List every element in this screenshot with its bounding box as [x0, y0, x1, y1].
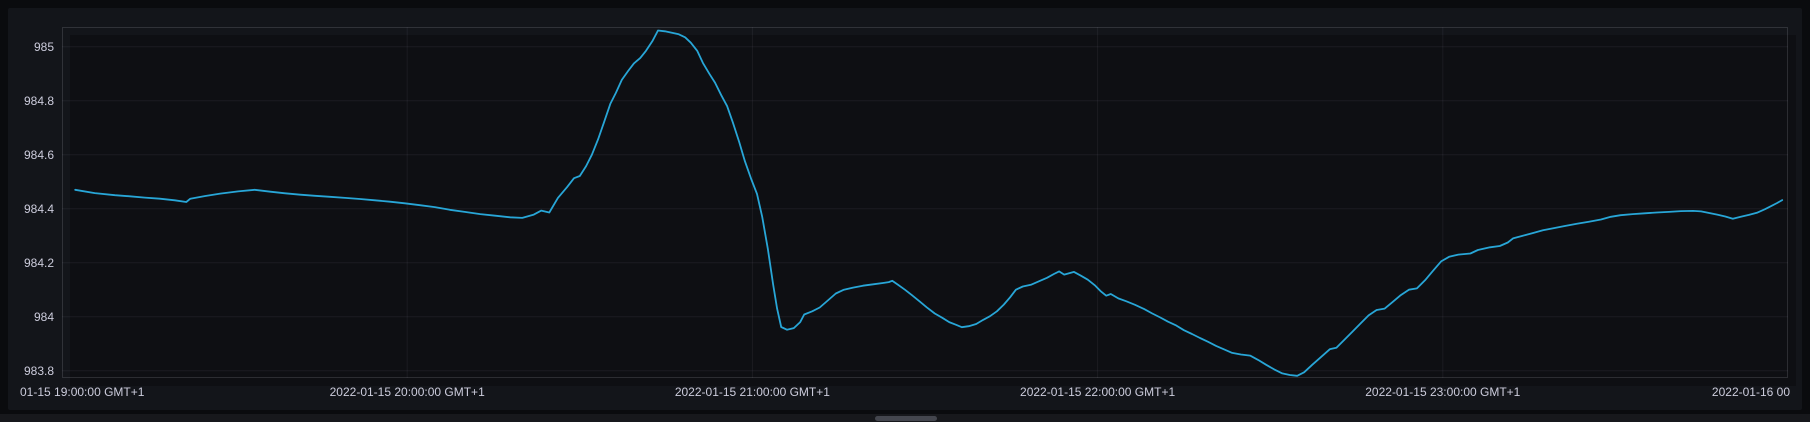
y-axis-tick-label: 984.6 — [0, 147, 54, 163]
horizontal-scrollbar-thumb[interactable] — [875, 416, 937, 421]
y-axis-tick-label: 985 — [0, 39, 54, 55]
line-chart[interactable] — [62, 27, 1788, 378]
plot-frame — [63, 28, 1788, 378]
x-axis-tick-label: 2022-01-15 21:00:00 GMT+1 — [675, 385, 830, 400]
x-axis-tick-label: 2022-01-15 20:00:00 GMT+1 — [330, 385, 485, 400]
series-line-pressure[interactable] — [75, 31, 1782, 376]
y-axis-tick-label: 984 — [0, 309, 54, 325]
y-axis-tick-label: 984.8 — [0, 93, 54, 109]
y-axis-tick-label: 984.4 — [0, 201, 54, 217]
y-axis-tick-label: 983.8 — [0, 363, 54, 379]
page: 985 984.8 984.6 984.4 984.2 984 983.8 2022-01-… — [0, 0, 1810, 422]
x-axis-end-label: 2022-01-16 00 — [1712, 385, 1790, 399]
x-axis-start-label: 01-15 19:00:00 GMT+1 — [20, 385, 144, 399]
x-axis-tick-label: 2022-01-15 22:00:00 GMT+1 — [1020, 385, 1175, 400]
x-axis-tick-label: 2022-01-15 23:00:00 GMT+1 — [1365, 385, 1520, 400]
y-axis-tick-label: 984.2 — [0, 255, 54, 271]
